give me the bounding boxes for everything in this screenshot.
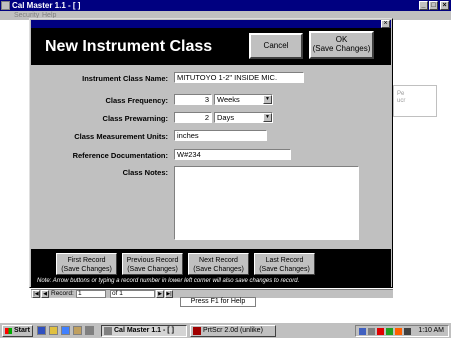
task-label: Cal Master 1.1 - [ ] bbox=[114, 327, 174, 334]
record-count: of 1 bbox=[110, 290, 155, 298]
app-title: Cal Master 1.1 - [ ] bbox=[12, 1, 81, 10]
reference-doc-input[interactable]: W#234 bbox=[174, 149, 291, 160]
record-label: Record: bbox=[51, 290, 74, 297]
minimize-icon[interactable]: _ bbox=[419, 1, 428, 10]
next-record-button[interactable]: Next Record (Save Changes) bbox=[188, 253, 249, 275]
reference-doc-label: Reference Documentation: bbox=[72, 151, 168, 160]
task-cal-master[interactable]: Cal Master 1.1 - [ ] bbox=[101, 325, 187, 337]
class-notes-textarea[interactable] bbox=[174, 166, 359, 240]
taskbar: Start Cal Master 1.1 - [ ] PrtScr 2.0d (… bbox=[0, 322, 451, 338]
measurement-units-input[interactable]: inches bbox=[174, 130, 267, 141]
next-record-sublabel: (Save Changes) bbox=[193, 266, 244, 273]
update-icon[interactable] bbox=[395, 328, 402, 335]
dialog-header: New Instrument Class Cancel OK (Save Cha… bbox=[31, 28, 391, 65]
class-frequency-label: Class Frequency: bbox=[105, 96, 168, 105]
footer-note: Note: Arrow buttons or typing a record n… bbox=[37, 278, 300, 284]
cal-master-task-icon bbox=[104, 327, 112, 335]
clock: 1:10 AM bbox=[418, 327, 444, 334]
new-instrument-class-dialog: × New Instrument Class Cancel OK (Save C… bbox=[29, 18, 393, 288]
background-panel: Pe ucr bbox=[393, 85, 437, 117]
ok-save-button[interactable]: OK (Save Changes) bbox=[309, 31, 374, 59]
ok-label: OK bbox=[335, 35, 348, 44]
desktop-icon[interactable] bbox=[37, 326, 46, 335]
class-name-label: Instrument Class Name: bbox=[82, 74, 168, 83]
last-record-sublabel: (Save Changes) bbox=[259, 266, 310, 273]
network-icon[interactable] bbox=[359, 328, 366, 335]
first-record-button[interactable]: First Record (Save Changes) bbox=[56, 253, 117, 275]
folder-icon[interactable] bbox=[73, 326, 82, 335]
system-tray: 1:10 AM bbox=[355, 325, 449, 337]
class-prewarning-input[interactable]: 2 bbox=[174, 112, 212, 123]
next-record-label: Next Record bbox=[199, 257, 238, 264]
previous-record-button[interactable]: Previous Record (Save Changes) bbox=[122, 253, 183, 275]
start-button[interactable]: Start bbox=[2, 325, 33, 337]
dialog-close-icon[interactable]: × bbox=[381, 20, 390, 28]
prtscr-task-icon bbox=[193, 327, 201, 335]
volume-icon[interactable] bbox=[404, 328, 411, 335]
windows-logo-icon bbox=[5, 328, 12, 334]
app-title-bar: Cal Master 1.1 - [ ] _ □ × bbox=[0, 0, 451, 11]
tool-icon[interactable] bbox=[85, 326, 94, 335]
next-record-nav-icon[interactable]: ▶ bbox=[156, 290, 164, 298]
class-prewarning-label: Class Prewarning: bbox=[102, 114, 168, 123]
close-icon[interactable]: × bbox=[440, 1, 449, 10]
prewarning-unit-select[interactable]: Days ▼ bbox=[214, 112, 273, 123]
first-record-label: First Record bbox=[67, 257, 106, 264]
explorer-icon[interactable] bbox=[49, 326, 58, 335]
task-prtscr[interactable]: PrtScr 2.0d (unlike) bbox=[190, 325, 276, 337]
record-number-input[interactable]: 1 bbox=[76, 290, 106, 298]
frequency-unit-value: Weeks bbox=[217, 95, 240, 104]
frequency-unit-select[interactable]: Weeks ▼ bbox=[214, 94, 273, 105]
measurement-units-label: Class Measurement Units: bbox=[74, 132, 168, 141]
antivirus-icon[interactable] bbox=[377, 328, 384, 335]
class-notes-label: Class Notes: bbox=[122, 168, 168, 177]
first-record-nav-icon[interactable]: |◀ bbox=[32, 290, 40, 298]
chevron-down-icon[interactable]: ▼ bbox=[263, 95, 272, 104]
previous-record-label: Previous Record bbox=[126, 257, 179, 264]
browser-icon[interactable] bbox=[61, 326, 70, 335]
task-label: PrtScr 2.0d (unlike) bbox=[203, 327, 263, 334]
first-record-sublabel: (Save Changes) bbox=[61, 266, 112, 273]
status-bar: Press F1 for Help bbox=[180, 297, 256, 307]
background-panel-text: Pe bbox=[397, 91, 405, 97]
background-panel-text: ucr bbox=[397, 98, 406, 104]
previous-record-sublabel: (Save Changes) bbox=[127, 266, 178, 273]
prewarning-unit-value: Days bbox=[217, 113, 235, 122]
app-icon[interactable] bbox=[1, 1, 10, 10]
monitor-icon[interactable] bbox=[368, 328, 375, 335]
last-record-label: Last Record bbox=[265, 257, 304, 264]
class-name-input[interactable]: MITUTOYO 1-2" INSIDE MIC. bbox=[174, 72, 304, 83]
ok-sublabel: (Save Changes) bbox=[312, 44, 371, 53]
class-frequency-input[interactable]: 3 bbox=[174, 94, 212, 105]
cancel-button[interactable]: Cancel bbox=[249, 33, 303, 59]
dialog-title-bar: × bbox=[31, 20, 391, 28]
record-nav-footer: First Record (Save Changes) Previous Rec… bbox=[31, 249, 391, 287]
last-record-button[interactable]: Last Record (Save Changes) bbox=[254, 253, 315, 275]
maximize-icon[interactable]: □ bbox=[429, 1, 438, 10]
last-record-nav-icon[interactable]: ▶| bbox=[165, 290, 173, 298]
dialog-title: New Instrument Class bbox=[45, 38, 213, 55]
shield-icon[interactable] bbox=[386, 328, 393, 335]
previous-record-nav-icon[interactable]: ◀ bbox=[41, 290, 49, 298]
start-label: Start bbox=[14, 327, 30, 334]
chevron-down-icon[interactable]: ▼ bbox=[263, 113, 272, 122]
